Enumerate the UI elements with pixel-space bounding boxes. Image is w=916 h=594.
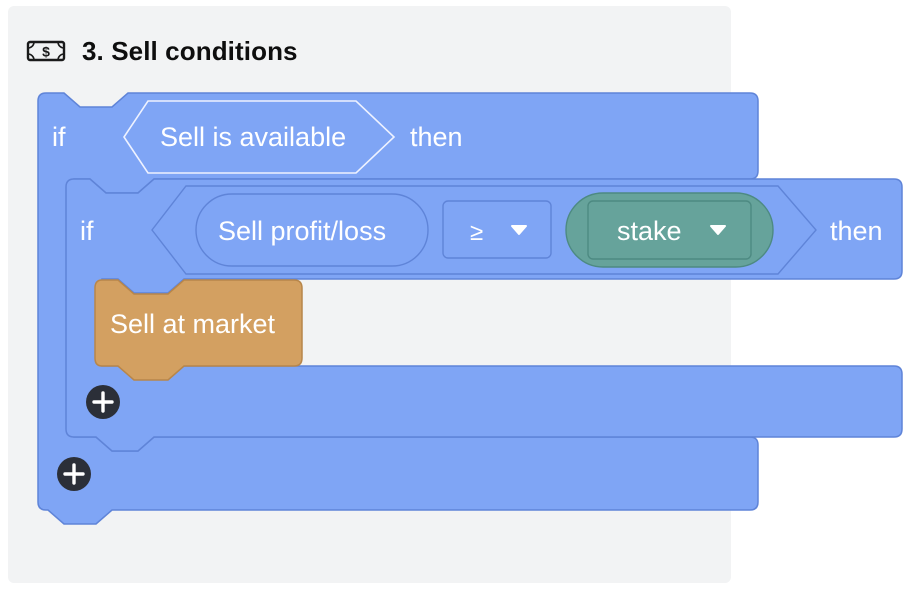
operator-dropdown[interactable]: ≥ [442,200,552,259]
sell-profit-loss-label: Sell profit/loss [218,216,386,246]
sell-at-market-block[interactable]: Sell at market [94,279,303,381]
outer-then-label: then [410,122,463,152]
outer-condition-label: Sell is available [160,122,346,152]
sell-at-market-label: Sell at market [110,309,276,339]
inner-add-button[interactable] [86,385,120,419]
inner-then-label: then [830,216,883,246]
stake-value: stake [617,216,682,246]
block-workspace: if Sell is available then if Sell profit… [37,92,903,525]
stake-block[interactable]: stake [565,192,774,268]
inner-if-label: if [80,216,94,246]
operator-value: ≥ [470,219,483,246]
outer-add-button[interactable] [57,457,91,491]
outer-if-label: if [52,122,66,152]
